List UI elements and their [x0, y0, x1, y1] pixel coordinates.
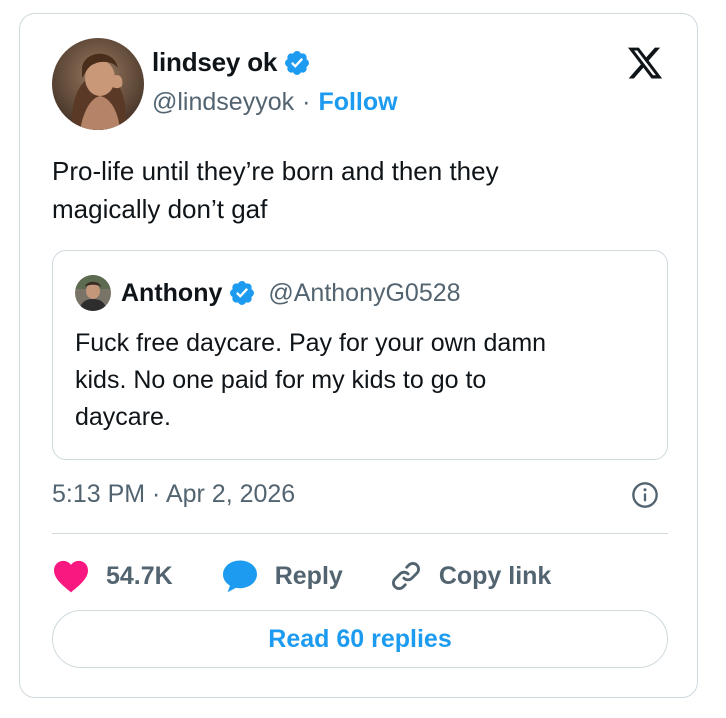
tweet-text: Pro-life until they’re born and then the… — [52, 156, 499, 224]
reply-label: Reply — [274, 561, 343, 590]
read-replies-button[interactable]: Read 60 replies — [52, 610, 668, 668]
quote-author-name: Anthony — [121, 278, 223, 307]
reply-bubble-icon — [222, 560, 257, 593]
tweet-timestamp[interactable]: 5:13 PM · Apr 2, 2026 — [52, 480, 295, 509]
divider — [52, 533, 668, 534]
verified-badge-icon — [230, 281, 255, 305]
verified-badge-icon — [285, 50, 310, 75]
quote-text: Fuck free daycare. Pay for your own damn… — [75, 329, 547, 431]
reply-button[interactable]: Reply — [221, 559, 343, 593]
profile-photo-icon — [75, 275, 111, 311]
heart-icon — [54, 560, 88, 593]
copy-link-label: Copy link — [438, 561, 552, 590]
profile-photo-icon — [52, 38, 144, 130]
like-button[interactable]: 54.7K — [52, 559, 173, 593]
author-handle[interactable]: @lindseyyok — [152, 88, 294, 117]
author-avatar[interactable] — [52, 38, 144, 130]
quote-header: Anthony @AnthonyG0528 — [121, 275, 461, 311]
action-bar: 54.7K Reply Copy link — [52, 554, 551, 598]
quote-author-avatar — [75, 275, 111, 311]
link-icon — [391, 562, 420, 590]
like-count: 54.7K — [106, 561, 173, 590]
author-name-row: lindsey ok — [152, 47, 311, 78]
x-logo-icon[interactable] — [625, 44, 665, 82]
author-name[interactable]: lindsey ok — [152, 47, 277, 78]
tweet-card: lindsey ok @lindseyyok · Follow Pro-life… — [19, 13, 698, 698]
author-handle-row: @lindseyyok · Follow — [152, 88, 398, 117]
separator-dot: · — [302, 88, 311, 116]
quoted-tweet[interactable]: Anthony @AnthonyG0528 Fuck free daycare.… — [52, 250, 668, 460]
quote-author-handle: @AnthonyG0528 — [268, 278, 461, 307]
follow-button[interactable]: Follow — [318, 88, 397, 117]
info-icon[interactable] — [631, 481, 659, 509]
copy-link-button[interactable]: Copy link — [389, 559, 552, 593]
